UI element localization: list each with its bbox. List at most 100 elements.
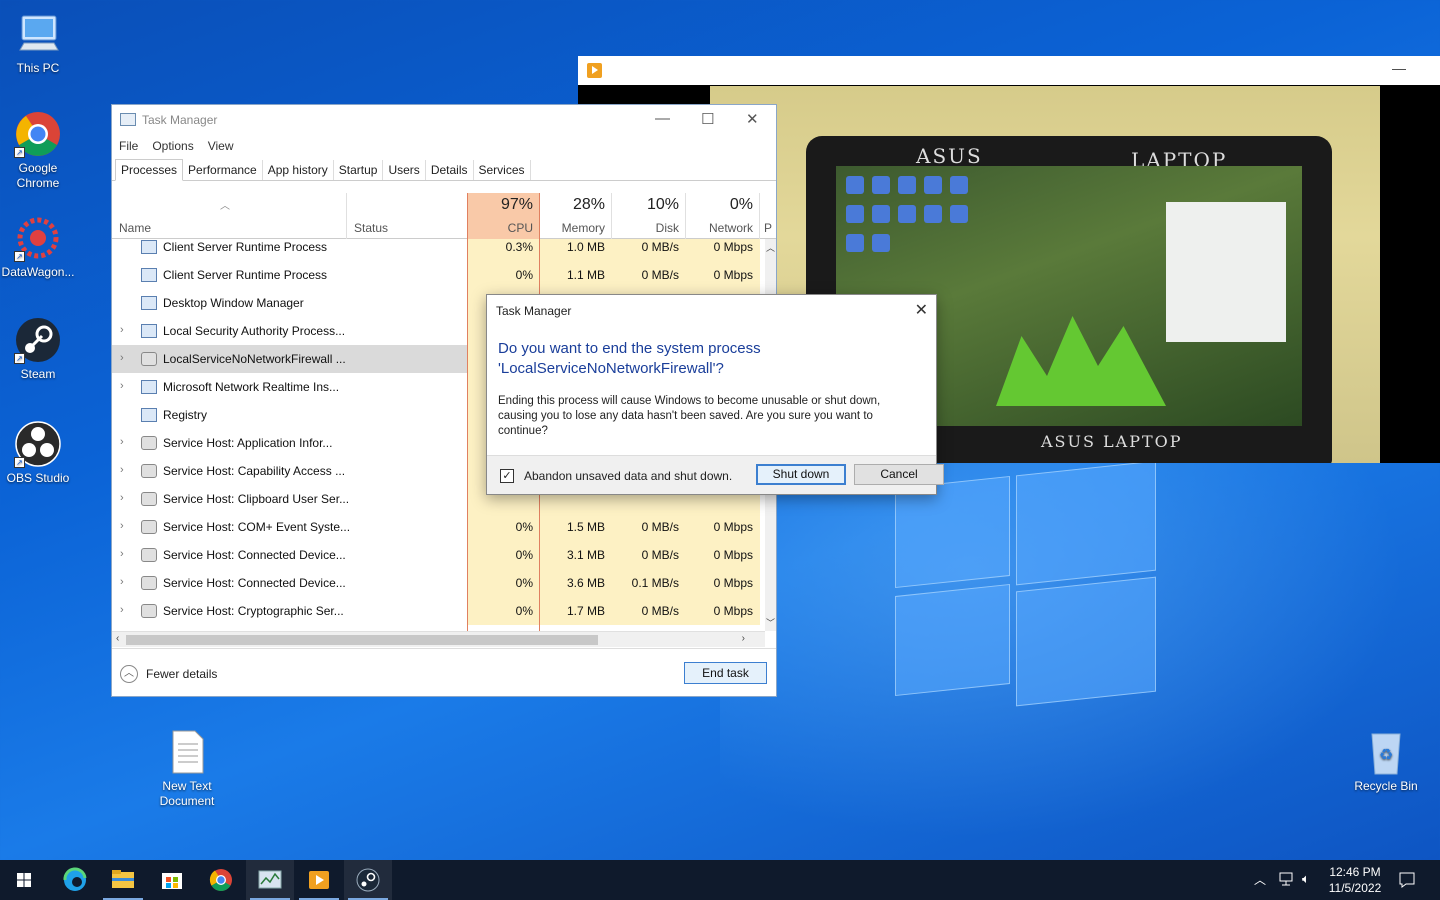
windows-logo-wallpaper	[880, 460, 1170, 720]
fewer-details-label: Fewer details	[146, 667, 218, 681]
network-icon[interactable]	[1278, 870, 1296, 900]
end-process-dialog[interactable]: Task Manager ✕ Do you want to end the sy…	[486, 294, 944, 495]
process-row[interactable]: › Service Host: Connected Device... 0% 3.1 …	[112, 541, 765, 569]
scroll-up-icon[interactable]: ︿	[766, 241, 775, 254]
tab-app-history[interactable]: App history	[263, 160, 334, 180]
chrome-icon: ↗	[14, 110, 62, 158]
expand-chevron-icon[interactable]: ›	[120, 436, 124, 448]
taskbar-task-manager[interactable]	[246, 860, 294, 900]
expand-chevron-icon[interactable]: ›	[120, 548, 124, 560]
process-row[interactable]: › Service Host: Cryptographic Ser... 0% 1.7…	[112, 597, 765, 625]
chevron-up-icon[interactable]: ︿	[1254, 871, 1266, 900]
task-manager-footer: ︿ Fewer details End task	[112, 648, 776, 696]
scroll-right-icon[interactable]: ›	[742, 633, 745, 644]
process-disk: 0.1 MB/s	[612, 569, 686, 597]
process-row[interactable]: Client Server Runtime Process 0.3% 1.0 MB 0…	[112, 239, 765, 261]
menu-file[interactable]: File	[119, 139, 138, 153]
column-header-status[interactable]: Status	[347, 193, 468, 239]
column-header-memory[interactable]: 28% Memory	[540, 193, 612, 239]
desktop-icon-google-chrome[interactable]: ↗ Google Chrome	[0, 110, 76, 191]
process-disk: 0 MB/s	[612, 239, 686, 261]
menu-view[interactable]: View	[208, 139, 234, 153]
shut-down-button[interactable]: Shut down	[756, 464, 846, 485]
expand-chevron-icon[interactable]: ›	[120, 352, 124, 364]
end-task-button[interactable]: End task	[684, 662, 767, 684]
process-memory: 1.0 MB	[540, 239, 612, 261]
maximize-icon[interactable]: ☐	[701, 110, 714, 128]
desktop-icon-steam[interactable]: ↗ Steam	[0, 316, 76, 382]
horizontal-scrollbar[interactable]: ‹ ›	[112, 631, 765, 647]
expand-chevron-icon[interactable]: ›	[120, 492, 124, 504]
process-memory: 1.1 MB	[540, 261, 612, 289]
scroll-down-icon[interactable]: ﹀	[766, 616, 775, 629]
fewer-details-button[interactable]: ︿ Fewer details	[120, 665, 217, 683]
notification-icon[interactable]	[1398, 871, 1416, 900]
process-row[interactable]: › Service Host: Connected Device... 0% 3.6 …	[112, 569, 765, 597]
chrome-icon	[209, 869, 232, 891]
column-header-network[interactable]: 0% Network	[686, 193, 760, 239]
tab-services[interactable]: Services	[474, 160, 531, 180]
expand-chevron-icon[interactable]: ›	[120, 464, 124, 476]
media-player-titlebar[interactable]: —	[578, 56, 1440, 85]
expand-chevron-icon[interactable]: ›	[120, 380, 124, 392]
dialog-main-instruction: Do you want to end the system process 'L…	[498, 340, 761, 377]
process-disk: 0 MB/s	[612, 597, 686, 625]
process-network: 0 Mbps	[686, 261, 760, 289]
taskbar-steam[interactable]	[344, 860, 392, 900]
tab-processes[interactable]: Processes	[115, 159, 184, 181]
process-disk: 0 MB/s	[612, 541, 686, 569]
column-header-cpu[interactable]: 97% CPU	[468, 193, 540, 239]
task-manager-icon	[120, 113, 136, 126]
minimize-icon[interactable]: —	[1392, 60, 1406, 76]
start-button[interactable]	[0, 860, 48, 900]
tab-details[interactable]: Details	[426, 160, 474, 180]
scroll-left-icon[interactable]: ‹	[116, 633, 119, 644]
process-row[interactable]: › Service Host: COM+ Event Syste... 0% 1.5 …	[112, 513, 765, 541]
file-explorer-icon	[112, 870, 134, 888]
tab-performance[interactable]: Performance	[183, 160, 263, 180]
process-network: 0 Mbps	[686, 541, 760, 569]
media-player-icon	[309, 871, 329, 889]
taskbar-file-explorer[interactable]	[99, 860, 147, 900]
process-name: Local Security Authority Process...	[163, 324, 346, 338]
task-manager-titlebar[interactable]: Task Manager — ☐ ✕	[112, 105, 776, 135]
expand-chevron-icon[interactable]: ›	[120, 576, 124, 588]
process-name: Service Host: Cryptographic Ser...	[163, 604, 344, 618]
taskbar-clock[interactable]: 12:46 PM 11/5/2022	[1320, 864, 1390, 896]
taskbar-chrome[interactable]	[197, 860, 245, 900]
volume-icon[interactable]: 🔈︎	[1302, 871, 1310, 900]
steam-icon: ↗	[14, 316, 62, 364]
expand-chevron-icon[interactable]: ›	[120, 604, 124, 616]
close-icon[interactable]: ✕	[915, 300, 928, 320]
process-name: Service Host: Application Infor...	[163, 436, 333, 450]
tab-startup[interactable]: Startup	[334, 160, 384, 180]
column-header-disk[interactable]: 10% Disk	[612, 193, 686, 239]
desktop-icon-new-text-document[interactable]: New Text Document	[149, 728, 225, 809]
steam-icon	[356, 868, 380, 892]
tab-users[interactable]: Users	[383, 160, 426, 180]
process-window-icon	[141, 240, 157, 254]
cancel-button[interactable]: Cancel	[854, 464, 944, 485]
minimize-icon[interactable]: —	[655, 110, 670, 127]
abandon-data-label[interactable]: Abandon unsaved data and shut down.	[524, 469, 732, 483]
column-header-power[interactable]: P	[760, 193, 776, 239]
taskbar-store[interactable]	[148, 860, 196, 900]
taskbar-media-player[interactable]	[295, 860, 343, 900]
text-document-icon	[163, 728, 211, 776]
close-icon[interactable]: ✕	[746, 110, 759, 128]
expand-chevron-icon[interactable]: ›	[120, 324, 124, 336]
process-row[interactable]: Client Server Runtime Process 0% 1.1 MB 0 M…	[112, 261, 765, 289]
desktop-icon-datawagon[interactable]: ↗ DataWagon...	[0, 214, 76, 280]
service-gear-icon	[141, 464, 157, 478]
scroll-thumb[interactable]	[126, 635, 598, 645]
shortcut-arrow-icon: ↗	[14, 457, 25, 468]
desktop-icon-recycle-bin[interactable]: ♻ Recycle Bin	[1348, 728, 1424, 794]
desktop-icon-obs-studio[interactable]: ↗ OBS Studio	[0, 420, 76, 486]
column-header-name[interactable]: ︿ Name	[112, 193, 347, 239]
menu-options[interactable]: Options	[152, 139, 193, 153]
desktop-icon-this-pc[interactable]: This PC	[0, 10, 76, 76]
abandon-data-checkbox[interactable]: ✓	[500, 469, 514, 483]
expand-chevron-icon[interactable]: ›	[120, 520, 124, 532]
taskbar-edge[interactable]	[51, 860, 99, 900]
process-name: Service Host: COM+ Event Syste...	[163, 520, 351, 534]
